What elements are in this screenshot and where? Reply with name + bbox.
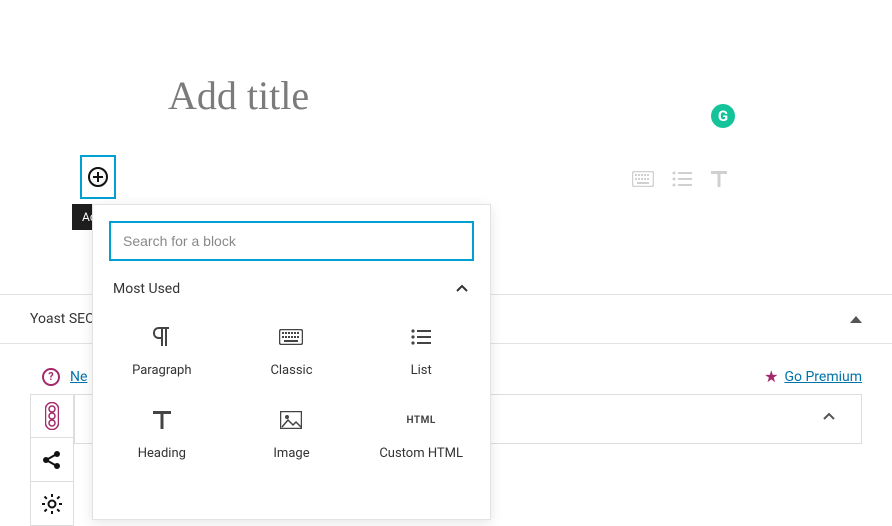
heading-icon [150, 408, 174, 432]
block-heading[interactable]: Heading [97, 390, 227, 473]
block-classic[interactable]: Classic [227, 307, 357, 390]
block-label: List [411, 363, 432, 378]
block-custom-html[interactable]: HTML Custom HTML [356, 390, 486, 473]
yoast-side-tabs [30, 394, 74, 526]
paragraph-toolbar [632, 170, 728, 188]
block-label: Classic [270, 363, 312, 378]
section-title: Most Used [113, 281, 180, 297]
most-used-section-header[interactable]: Most Used [93, 269, 490, 301]
go-premium-link[interactable]: ★ Go Premium [764, 367, 862, 386]
add-block-button[interactable] [80, 155, 116, 199]
social-tab[interactable] [30, 438, 74, 482]
html-icon: HTML [409, 408, 433, 432]
text-icon[interactable] [710, 170, 728, 188]
block-label: Image [273, 446, 309, 461]
need-help-label: Ne [70, 369, 87, 385]
block-paragraph[interactable]: Paragraph [97, 307, 227, 390]
post-title-placeholder[interactable]: Add title [168, 72, 892, 119]
list-icon [409, 325, 433, 349]
list-icon[interactable] [672, 171, 692, 187]
settings-tab[interactable] [30, 482, 74, 526]
paragraph-icon [150, 325, 174, 349]
go-premium-label: Go Premium [784, 369, 862, 385]
classic-icon [279, 325, 303, 349]
readability-tab[interactable] [30, 394, 74, 438]
plus-icon [88, 167, 108, 187]
block-inserter-popover: Most Used Paragraph Classic [92, 204, 491, 520]
block-image[interactable]: Image [227, 390, 357, 473]
grammarly-icon[interactable]: G [711, 104, 735, 128]
keyboard-icon[interactable] [632, 171, 654, 187]
need-help-link[interactable]: ? Ne [42, 368, 87, 386]
block-label: Paragraph [132, 363, 191, 378]
block-list[interactable]: List [356, 307, 486, 390]
star-icon: ★ [764, 367, 778, 386]
caret-up-icon [850, 316, 862, 323]
block-label: Heading [138, 446, 186, 461]
block-label: Custom HTML [379, 446, 463, 461]
chevron-down-icon [821, 409, 837, 429]
yoast-seo-title: Yoast SEO [30, 311, 95, 327]
chevron-up-icon [454, 281, 470, 297]
block-search-input[interactable] [109, 221, 474, 261]
help-icon: ? [42, 368, 60, 386]
image-icon [279, 408, 303, 432]
